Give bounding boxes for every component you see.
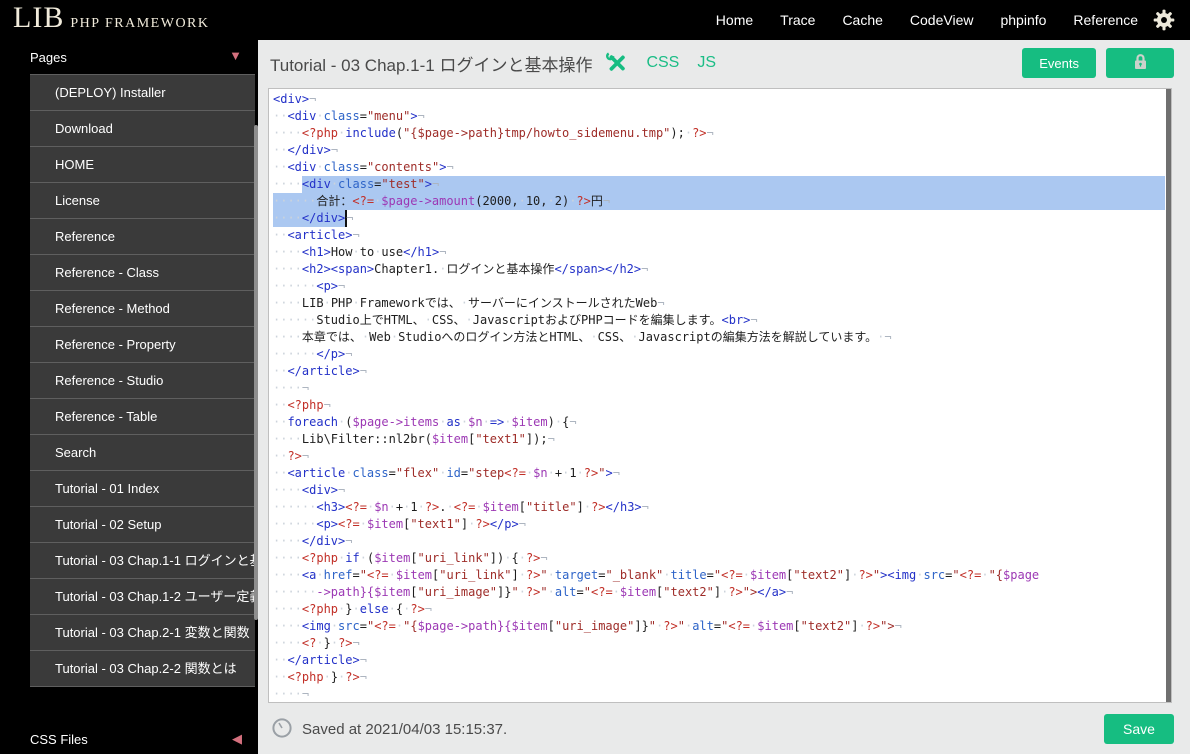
sidebar-page-item[interactable]: License: [30, 183, 255, 219]
gear-icon[interactable]: [1153, 9, 1175, 31]
pages-collapse-caret-icon[interactable]: ▼: [229, 48, 242, 63]
top-nav: Home Trace Cache CodeView phpinfo Reference: [716, 0, 1138, 40]
code-line: ·· </article> ¬: [273, 364, 367, 378]
code-line: ·· <article> ¬: [273, 228, 360, 242]
sidebar-page-item[interactable]: Tutorial - 03 Chap.2-1 変数と関数: [30, 615, 255, 651]
sidebar-page-item[interactable]: Reference - Studio: [30, 363, 255, 399]
code-line: ·· <?php ¬: [273, 398, 331, 412]
sidebar-page-item[interactable]: HOME: [30, 147, 255, 183]
code-line: ······ Studio上でHTML、 · CSS、 · JavascriptおよびPH…: [273, 313, 758, 327]
code-line: ···· <h1> How · to · use </h1> ¬: [273, 245, 447, 259]
sidebar-page-item[interactable]: (DEPLOY) Installer: [30, 75, 255, 111]
sidebar-page-item[interactable]: Reference - Method: [30, 291, 255, 327]
code-line: ······ </p> ¬: [273, 347, 353, 361]
logo-subtext: PHP FRAMEWORK: [70, 16, 210, 31]
page-list: (DEPLOY) Installer Download HOME License Ref…: [30, 74, 255, 687]
nav-item-reference[interactable]: Reference: [1073, 12, 1138, 28]
code-line: ···· </div> ¬: [273, 534, 353, 548]
sidebar-page-item[interactable]: Tutorial - 03 Chap.1-2 ユーザー定義関: [30, 579, 255, 615]
code-line: ···· <h2><span> Chapter1. · ログインと基本操作 </span>…: [273, 262, 649, 276]
code-line: ·· <article · class = "flex" · id = "step <?= · $n · +…: [273, 466, 620, 480]
code-line: ·· </div> ¬: [273, 143, 339, 157]
sidebar-page-item[interactable]: Reference - Property: [30, 327, 255, 363]
nav-item-trace[interactable]: Trace: [780, 12, 815, 28]
events-button[interactable]: Events: [1022, 48, 1096, 78]
page-title: Tutorial - 03 Chap.1-1 ログインと基本操作: [270, 55, 593, 75]
code-editor[interactable]: <div> ¬ ·· <div · class = "menu" > ¬ ···· <?php · inc…: [268, 88, 1172, 703]
code-line: ······ ->path}{$item["uri_image"]} " · ?> " · a…: [273, 585, 794, 599]
editor-scrollbar[interactable]: [1166, 89, 1171, 702]
code-line: <div> ¬: [273, 92, 317, 106]
editor-header: Tutorial - 03 Chap.1-1 ログインと基本操作 CSS JS …: [258, 40, 1190, 86]
code-line: ······ <h3> <?= · $n · + · 1 · ?>. · <?= · $item["titl…: [273, 500, 649, 514]
clock-icon: [272, 718, 292, 738]
lock-icon: [1133, 53, 1148, 73]
code-line: ···· <div · class = "test" > ¬: [273, 176, 1165, 193]
code-line: ···· ¬: [273, 381, 310, 395]
nav-item-phpinfo[interactable]: phpinfo: [1000, 12, 1046, 28]
main-area: Tutorial - 03 Chap.1-1 ログインと基本操作 CSS JS …: [258, 40, 1190, 754]
code-line: ···· LIB · PHP · Frameworkでは、 · サーバーにインストールされたW…: [273, 296, 665, 310]
css-files-label: CSS Files: [30, 732, 88, 747]
sidebar-page-item[interactable]: Tutorial - 03 Chap.2-2 関数とは: [30, 651, 255, 687]
sidebar-page-item[interactable]: Download: [30, 111, 255, 147]
sidebar-page-item[interactable]: Search: [30, 435, 255, 471]
code-line: ···· <img · src = " <?= · "{$page->path}{$item["…: [273, 619, 902, 633]
app-logo: LIB PHP FRAMEWORK: [13, 1, 210, 35]
pages-header: Pages ▼: [0, 40, 258, 74]
code-line: ·· foreach ·($page->items · as · $n · => · $item) ·…: [273, 415, 577, 429]
code-line: ······ 合計： <?= · $page->amount (2000, · 10, · 2) ·…: [273, 193, 1165, 210]
code-line: ······ <p> ¬: [273, 279, 346, 293]
code-line: ···· <?php ·} · else ·{· ?> ¬: [273, 602, 433, 616]
sidebar-page-item[interactable]: Reference: [30, 219, 255, 255]
code-line: ·· <?php ·} · ?> ¬: [273, 670, 367, 684]
pages-label: Pages: [30, 50, 67, 65]
nav-item-codeview[interactable]: CodeView: [910, 12, 974, 28]
code-line: ···· 本章では、 · Web · Studioへのログイン方法とHTML、 · CSS、 ·…: [273, 330, 892, 344]
code-line: ···· <div> ¬: [273, 483, 346, 497]
lock-button[interactable]: [1106, 48, 1174, 78]
code-line: ···· ¬: [273, 687, 310, 701]
sidebar: Pages ▼ (DEPLOY) Installer Download HOME Li…: [0, 40, 258, 754]
nav-item-home[interactable]: Home: [716, 12, 753, 28]
sidebar-page-item[interactable]: Tutorial - 02 Setup: [30, 507, 255, 543]
code-line: ·· ?> ¬: [273, 449, 310, 463]
sidebar-scrollbar[interactable]: [254, 125, 258, 620]
saved-status-text: Saved at 2021/04/03 15:15:37.: [302, 721, 508, 738]
code-line: ···· <? ·} · ?> ¬: [273, 636, 360, 650]
code-content: <div> ¬ ·· <div · class = "menu" > ¬ ···· <?php · inc…: [273, 91, 1165, 702]
code-line: ···· <?php · include("{$page->path}tmp/howt…: [273, 126, 714, 140]
top-bar: LIB PHP FRAMEWORK Home Trace Cache CodeView p…: [0, 0, 1190, 40]
code-line: ·· </article> ¬: [273, 653, 367, 667]
tab-css[interactable]: CSS: [646, 54, 679, 72]
tab-js[interactable]: JS: [697, 54, 716, 72]
code-line: ·· <div · class = "menu" > ¬: [273, 109, 425, 123]
sidebar-page-item[interactable]: Tutorial - 03 Chap.1-1 ログインと基本操作: [30, 543, 255, 579]
sidebar-page-item[interactable]: Reference - Class: [30, 255, 255, 291]
sidebar-page-item[interactable]: Reference - Table: [30, 399, 255, 435]
sidebar-page-item[interactable]: Tutorial - 01 Index: [30, 471, 255, 507]
tools-icon[interactable]: [606, 51, 628, 74]
code-line: ······ <p> <?= · $item["text1"] · ?> </p> ¬: [273, 517, 526, 531]
nav-item-cache[interactable]: Cache: [842, 12, 882, 28]
code-line: ···· <a · href = " <?= · $item["uri_link"] · ?> " · t…: [273, 568, 1040, 582]
code-line: ···· <?php · if ·($item["uri_link"]) ·{· ?> ¬: [273, 551, 548, 565]
code-line: ·· <div · class = "contents" > ¬: [273, 160, 454, 174]
save-button[interactable]: Save: [1104, 714, 1174, 744]
logo-text: LIB: [13, 1, 65, 34]
code-line: ···· </div> ¬: [273, 210, 354, 227]
code-line: ···· Lib\Filter::nl2br($item["text1"]); ¬: [273, 432, 555, 446]
css-files-expand-caret-icon[interactable]: ◀: [232, 731, 242, 747]
